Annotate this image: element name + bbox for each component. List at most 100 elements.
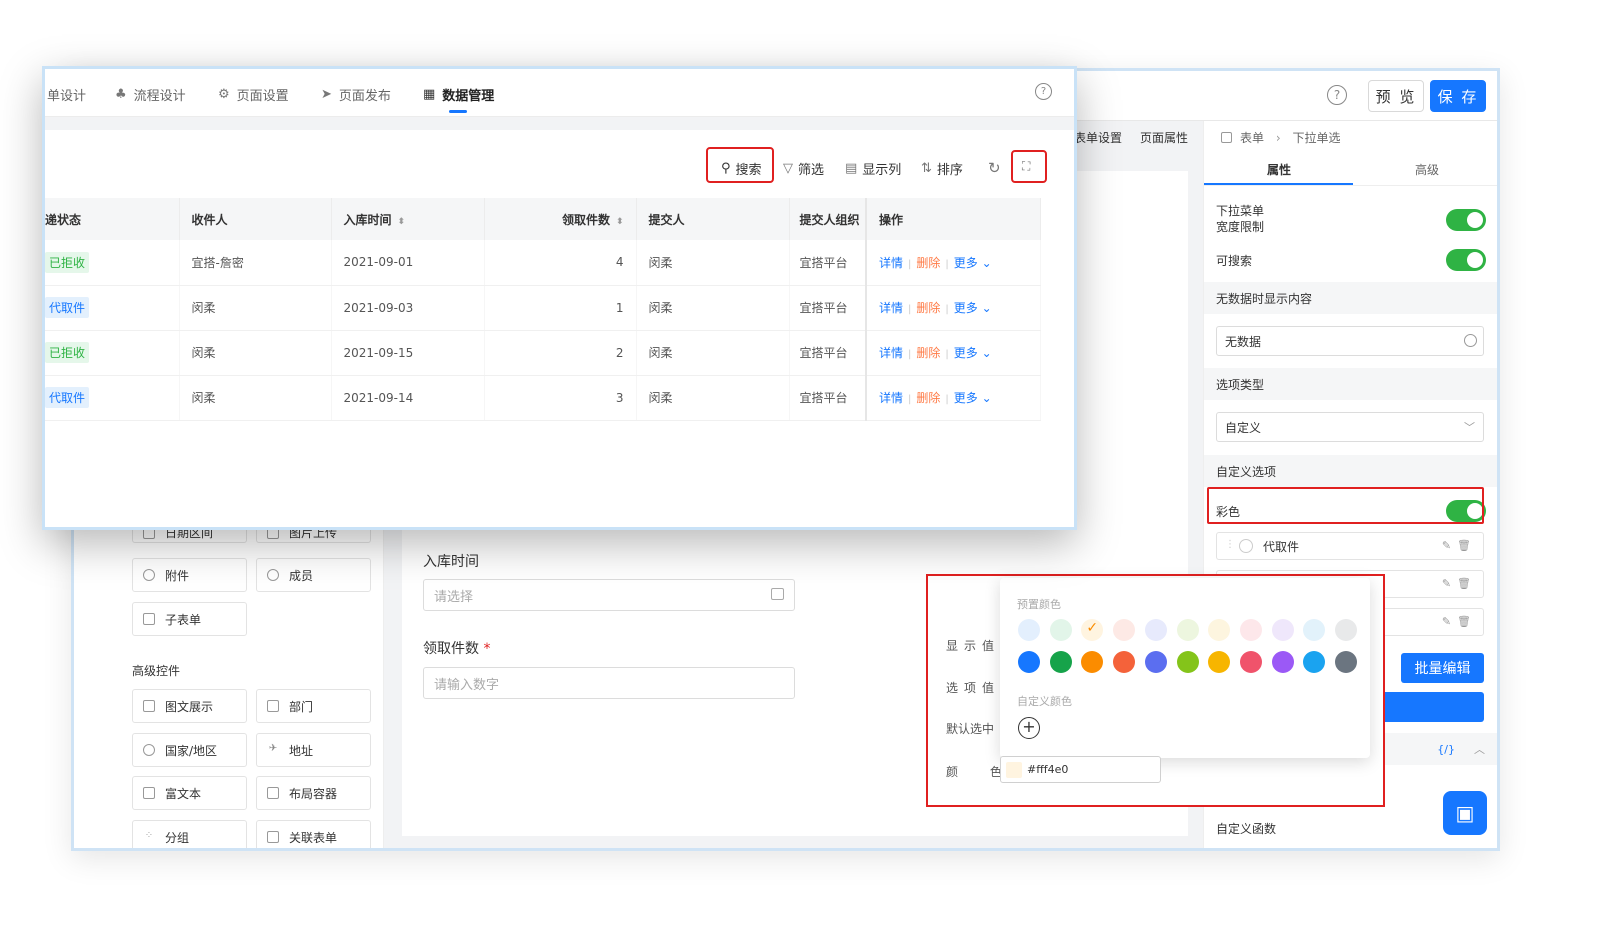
tab-flow-design[interactable]: ♣ 流程设计 (115, 85, 186, 104)
color-hex-input[interactable]: #fff4e0 (1000, 756, 1161, 783)
palette-item-attachment[interactable]: 附件 (132, 558, 247, 592)
option-row[interactable]: ⋮ 代取件 ✎🗑 (1216, 532, 1484, 560)
palette-item-subform[interactable]: 子表单 (132, 602, 247, 636)
palette-item-image-text[interactable]: 图文展示 (132, 689, 247, 723)
palette-item-group[interactable]: ⁘ 分组 (132, 820, 247, 848)
detail-link[interactable]: 详情 (879, 301, 903, 315)
sort-arrows-icon[interactable]: ⬍ (616, 217, 624, 227)
color-swatch[interactable] (1208, 619, 1231, 641)
color-swatch[interactable] (1303, 619, 1326, 641)
palette-item-department[interactable]: 部门 (256, 689, 371, 723)
color-swatch[interactable] (1335, 619, 1357, 641)
tab-form-design[interactable]: 单设计 (47, 85, 86, 104)
option-type-select[interactable]: 自定义 ﹀ (1216, 412, 1484, 442)
tab-attributes[interactable]: 属性 (1267, 161, 1291, 178)
more-link[interactable]: 更多 (954, 346, 978, 360)
tab-page-properties[interactable]: 页面属性 (1140, 129, 1188, 146)
more-link[interactable]: 更多 (954, 301, 978, 315)
color-swatch[interactable] (1049, 651, 1072, 673)
color-swatch[interactable] (1239, 651, 1262, 673)
chevron-down-icon[interactable]: ⌄ (978, 391, 992, 405)
palette-item-member[interactable]: 成员 (256, 558, 371, 592)
help-icon[interactable]: ? (1035, 83, 1052, 100)
chat-assistant-icon[interactable]: ▣ (1443, 791, 1487, 835)
color-swatch[interactable] (1144, 651, 1167, 673)
palette-item-layout[interactable]: 布局容器 (256, 776, 371, 810)
palette-item-address[interactable]: ✈ 地址 (256, 733, 371, 767)
preview-button[interactable]: 预 览 (1368, 80, 1424, 112)
color-swatch[interactable] (1239, 619, 1262, 641)
table-row[interactable]: 代取件 闵柔 2021-09-03 1 闵柔 宜搭平台 详情 | 删除 | 更多 ⌄ (45, 285, 1041, 331)
detail-link[interactable]: 详情 (879, 391, 903, 405)
breadcrumb-root[interactable]: 表单 (1240, 131, 1264, 145)
more-link[interactable]: 更多 (954, 391, 978, 405)
color-swatch[interactable] (1113, 651, 1136, 673)
edit-icon[interactable]: ✎ (1442, 539, 1457, 552)
delete-link[interactable]: 删除 (916, 346, 940, 360)
add-custom-color-icon[interactable]: + (1018, 717, 1040, 739)
more-link[interactable]: 更多 (954, 256, 978, 270)
add-option-button[interactable] (1374, 692, 1484, 722)
searchable-toggle[interactable] (1446, 249, 1486, 271)
chevron-down-icon[interactable]: ⌄ (978, 301, 992, 315)
tab-page-settings[interactable]: ⚙ 页面设置 (218, 85, 289, 104)
table-row[interactable]: 代取件 闵柔 2021-09-14 3 闵柔 宜搭平台 详情 | 删除 | 更多 ⌄ (45, 375, 1041, 421)
status-badge: 代取件 (45, 297, 90, 318)
trash-icon[interactable]: 🗑 (1457, 539, 1477, 552)
columns-button[interactable]: ▤ 显示列 (845, 159, 901, 178)
color-swatch[interactable] (1335, 651, 1357, 673)
detail-link[interactable]: 详情 (879, 346, 903, 360)
trash-icon[interactable]: 🗑 (1457, 615, 1477, 628)
delete-link[interactable]: 删除 (916, 391, 940, 405)
option-radio[interactable] (1239, 539, 1253, 553)
trash-icon[interactable]: 🗑 (1457, 577, 1477, 590)
tab-data-management[interactable]: ▦ 数据管理 (423, 85, 494, 104)
palette-item-linked-form[interactable]: 关联表单 (256, 820, 371, 848)
color-swatch[interactable] (1208, 651, 1231, 673)
chevron-down-icon[interactable]: ⌄ (978, 256, 992, 270)
color-swatch[interactable] (1049, 619, 1072, 641)
help-icon[interactable]: ? (1327, 85, 1347, 105)
color-swatch[interactable] (1144, 619, 1167, 641)
save-button[interactable]: 保 存 (1430, 80, 1486, 112)
color-swatch[interactable] (1176, 651, 1199, 673)
chevron-up-icon[interactable]: ︿ (1474, 741, 1485, 757)
color-swatch[interactable] (1018, 619, 1040, 641)
nodata-input[interactable]: 无数据 (1216, 326, 1484, 356)
chevron-down-icon[interactable]: ⌄ (978, 346, 992, 360)
code-icon[interactable]: {/} (1437, 743, 1455, 756)
tab-advanced[interactable]: 高级 (1415, 161, 1439, 178)
color-swatch[interactable] (1176, 619, 1199, 641)
pickup-count-input[interactable]: 请输入数字 (423, 667, 795, 699)
palette-item-richtext[interactable]: 富文本 (132, 776, 247, 810)
dropdown-width-toggle[interactable] (1446, 209, 1486, 231)
color-swatch[interactable] (1113, 619, 1136, 641)
tab-page-publish[interactable]: ➤ 页面发布 (321, 85, 391, 104)
tab-form-settings[interactable]: 表单设置 (1074, 129, 1122, 146)
cell-status: 代取件 (45, 375, 180, 421)
delete-link[interactable]: 删除 (916, 301, 940, 315)
color-swatch[interactable] (1303, 651, 1326, 673)
drag-handle-icon[interactable]: ⋮ (1225, 539, 1235, 550)
color-swatch[interactable]: ✓ (1081, 619, 1104, 641)
col-storage-time[interactable]: 入库时间 ⬍ (331, 198, 485, 240)
storage-time-picker[interactable]: 请选择 (423, 579, 795, 611)
color-swatch[interactable] (1271, 619, 1294, 641)
delete-link[interactable]: 删除 (916, 256, 940, 270)
table-row[interactable]: 已拒收 闵柔 2021-09-15 2 闵柔 宜搭平台 详情 | 删除 | 更多 ⌄ (45, 330, 1041, 376)
refresh-icon[interactable]: ↻ (988, 159, 1001, 177)
color-swatch[interactable] (1271, 651, 1294, 673)
detail-link[interactable]: 详情 (879, 256, 903, 270)
color-swatch[interactable] (1018, 651, 1040, 673)
sort-arrows-icon[interactable]: ⬍ (398, 217, 406, 227)
table-row[interactable]: 已拒收 宜搭-詹密 2021-09-01 4 闵柔 宜搭平台 详情 | 删除 | 更多 ⌄ (45, 240, 1041, 286)
col-pickup-count[interactable]: 领取件数 ⬍ (484, 198, 637, 240)
color-swatch[interactable] (1081, 651, 1104, 673)
palette-item-country[interactable]: 国家/地区 (132, 733, 247, 767)
sort-button[interactable]: ⇅ 排序 (921, 159, 963, 178)
bulk-edit-button[interactable]: 批量编辑 (1401, 653, 1484, 683)
edit-icon[interactable]: ✎ (1442, 577, 1457, 590)
edit-icon[interactable]: ✎ (1442, 615, 1457, 628)
filter-button[interactable]: ▽ 筛选 (783, 159, 824, 178)
globe-icon[interactable] (1464, 334, 1477, 347)
